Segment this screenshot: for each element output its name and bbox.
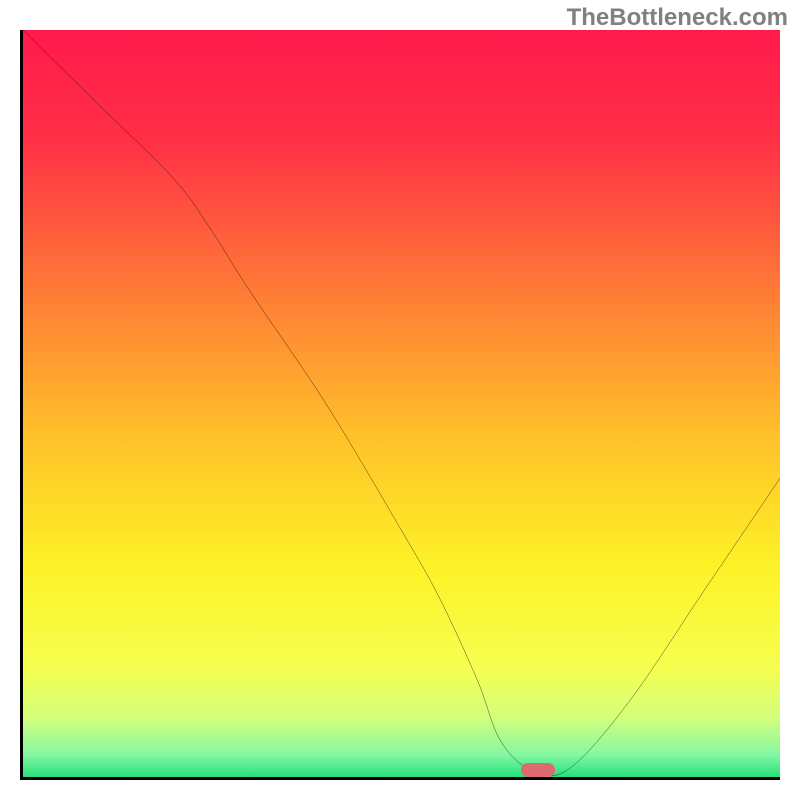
watermark-text: TheBottleneck.com: [567, 4, 788, 32]
optimal-marker: [521, 763, 555, 777]
plot-area: [20, 30, 780, 780]
bottleneck-curve: [23, 30, 780, 777]
